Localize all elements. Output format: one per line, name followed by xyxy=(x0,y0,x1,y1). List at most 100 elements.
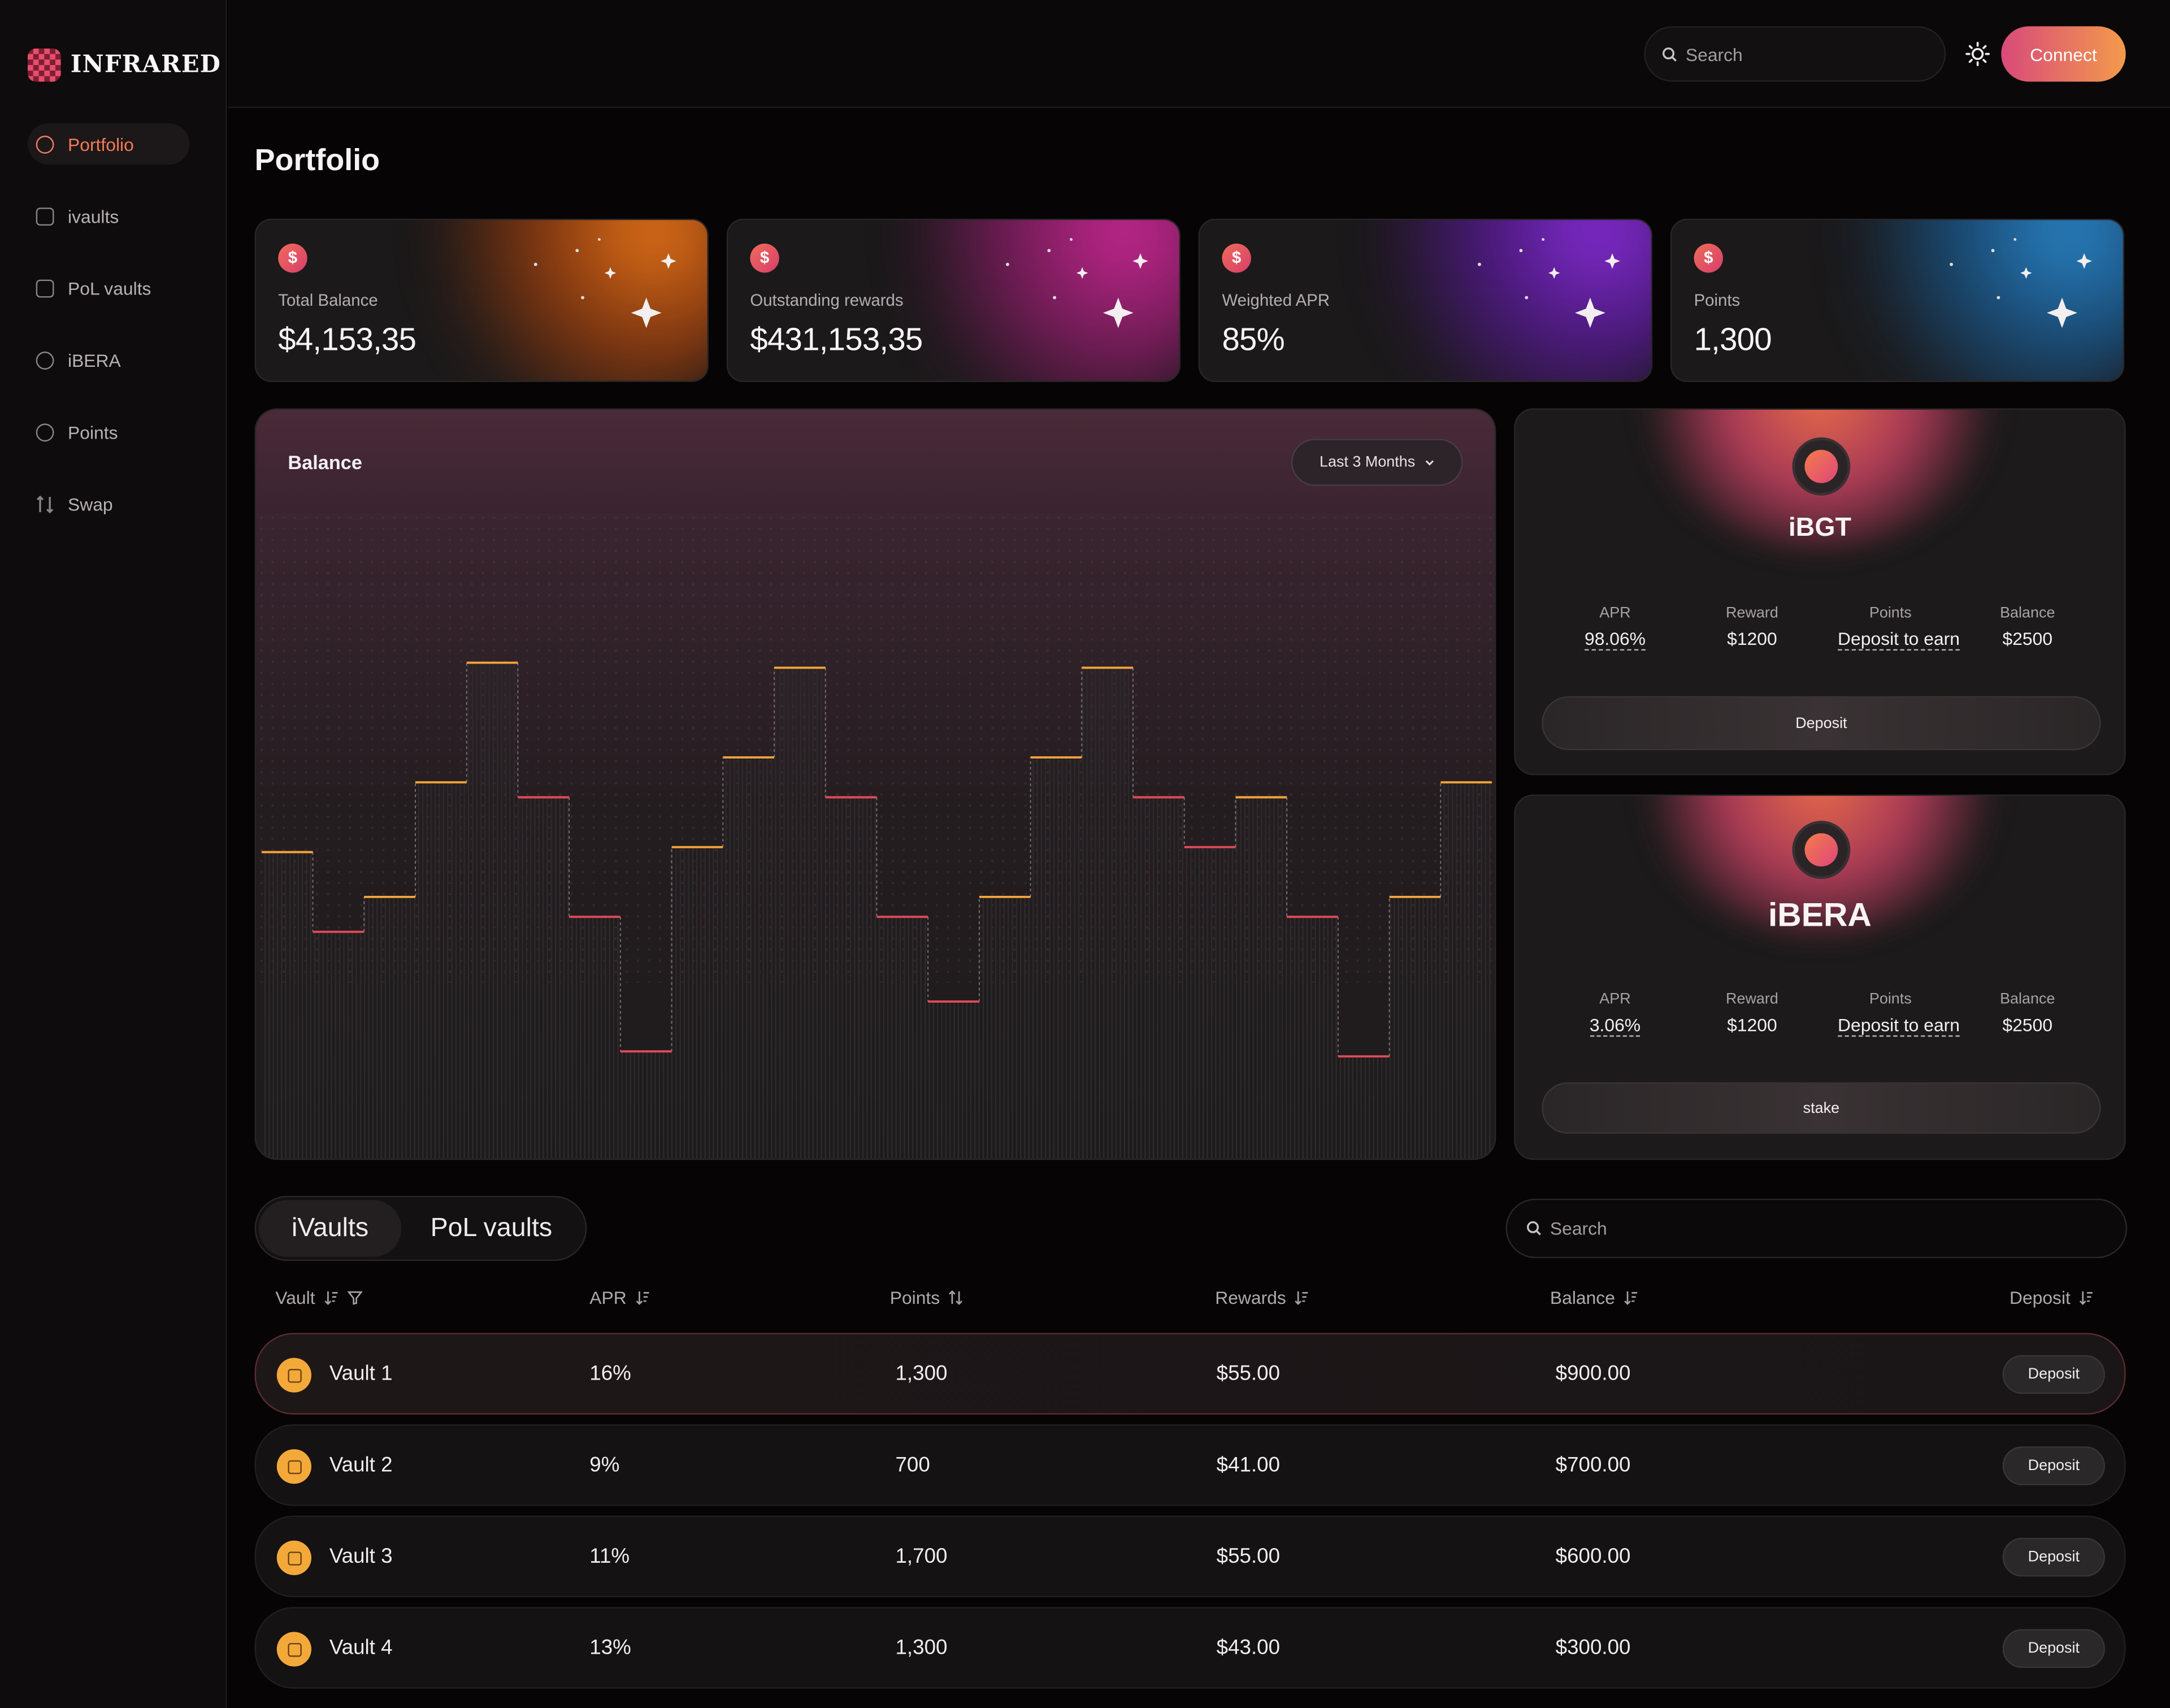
stat-value: $431,153,35 xyxy=(750,321,923,357)
logo[interactable]: INFRARED xyxy=(27,48,222,82)
cell-points: 1,700 xyxy=(895,1545,948,1568)
balance-step-chart xyxy=(256,512,1495,1159)
sort-both-icon[interactable] xyxy=(948,1290,964,1305)
stat-value[interactable]: 98.06% xyxy=(1584,628,1646,651)
row-deposit-button[interactable]: Deposit xyxy=(2002,1355,2105,1394)
cell-rewards: $55.00 xyxy=(1216,1545,1281,1568)
column-header-points[interactable]: Points xyxy=(890,1287,964,1308)
stat-label: Total Balance xyxy=(278,291,378,310)
chart-step-fill xyxy=(1287,917,1338,1159)
chart-step-fill xyxy=(261,852,313,1159)
chart-step-fill xyxy=(1184,847,1236,1159)
header-search[interactable] xyxy=(1644,26,1946,82)
row-deposit-button[interactable]: Deposit xyxy=(2002,1537,2105,1577)
token-name: iBGT xyxy=(1788,513,1851,543)
token-stat-reward: Reward $1200 xyxy=(1676,605,1828,652)
column-header-deposit[interactable]: Deposit xyxy=(2010,1287,2094,1308)
ibera-stake-button[interactable]: stake xyxy=(1542,1082,2101,1134)
table-row[interactable]: Vault 2 9% 700 $41.00 $700.00 Deposit xyxy=(254,1424,2126,1506)
chevron-down-icon xyxy=(1425,460,1433,466)
ibgt-deposit-button[interactable]: Deposit xyxy=(1542,696,2101,751)
sort-icon[interactable] xyxy=(1295,1290,1310,1305)
stat-card-total-balance: $ Total Balance $4,153,35 xyxy=(254,218,709,382)
sidebar-item-label: Portfolio xyxy=(68,133,134,155)
token-card-ibgt: iBGT APR 98.06% Reward $1200 Points Deposit… xyxy=(1514,408,2126,775)
bear-icon xyxy=(36,350,54,369)
stat-value: $1200 xyxy=(1727,1015,1777,1035)
row-deposit-button[interactable]: Deposit xyxy=(2002,1629,2105,1668)
brand-name: INFRARED xyxy=(70,51,222,79)
sidebar-item-points[interactable]: Points xyxy=(28,411,207,452)
column-header-apr[interactable]: APR xyxy=(589,1287,650,1308)
search-icon xyxy=(1662,46,1677,61)
sort-icon[interactable] xyxy=(1624,1290,1639,1305)
search-icon xyxy=(1526,1221,1541,1236)
stat-value[interactable]: Deposit to earn xyxy=(1838,628,1960,651)
sidebar-item-swap[interactable]: Swap xyxy=(28,483,207,524)
dollar-coin-icon: $ xyxy=(750,244,779,273)
sort-icon[interactable] xyxy=(635,1290,650,1305)
chart-title: Balance xyxy=(288,451,362,474)
stat-card-points: $ Points 1,300 xyxy=(1670,218,2125,382)
stat-value[interactable]: Deposit to earn xyxy=(1838,1015,1960,1037)
stat-value: 85% xyxy=(1222,321,1285,357)
row-deposit-button[interactable]: Deposit xyxy=(2002,1446,2105,1485)
stat-label: Reward xyxy=(1726,605,1778,622)
sidebar-item-ivaults[interactable]: ivaults xyxy=(28,195,207,236)
column-header-balance[interactable]: Balance xyxy=(1550,1287,1639,1308)
stat-label: APR xyxy=(1599,991,1631,1008)
stat-label: Reward xyxy=(1726,991,1778,1008)
table-row[interactable]: Vault 3 11% 1,700 $55.00 $600.00 Deposit xyxy=(254,1515,2126,1598)
column-header-vault[interactable]: Vault xyxy=(275,1287,362,1308)
sort-icon[interactable] xyxy=(2079,1290,2094,1305)
vault-icon xyxy=(36,207,54,225)
connect-button[interactable]: Connect xyxy=(2001,26,2126,82)
stat-value[interactable]: 3.06% xyxy=(1589,1015,1641,1037)
chart-step-fill xyxy=(1389,896,1441,1159)
chart-step-fill xyxy=(466,662,518,1159)
column-label: Balance xyxy=(1550,1287,1615,1308)
cell-vault: Vault 3 xyxy=(329,1545,393,1568)
chart-step-fill xyxy=(1082,667,1134,1159)
cell-rewards: $55.00 xyxy=(1216,1362,1281,1386)
sparkle-icon xyxy=(1950,238,2092,328)
cell-points: 1,300 xyxy=(895,1362,948,1386)
stat-value: $4,153,35 xyxy=(278,321,416,357)
sidebar-item-pol-vaults[interactable]: PoL vaults xyxy=(28,267,207,309)
table-row[interactable]: Vault 4 13% 1,300 $43.00 $300.00 Deposit xyxy=(254,1607,2126,1689)
dollar-coin-icon: $ xyxy=(1694,244,1724,273)
tab-pol-vaults[interactable]: PoL vaults xyxy=(406,1200,578,1256)
sort-icon[interactable] xyxy=(323,1290,338,1305)
table-row[interactable]: Vault 1 16% 1,300 $55.00 $900.00 Deposit xyxy=(254,1333,2126,1415)
cell-vault: Vault 2 xyxy=(329,1453,393,1477)
sidebar-item-portfolio[interactable]: Portfolio xyxy=(27,123,190,165)
stat-label: Points xyxy=(1694,291,1741,310)
sidebar-item-label: PoL vaults xyxy=(68,278,151,298)
page-title: Portfolio xyxy=(254,142,380,177)
table-search-input[interactable] xyxy=(1550,1218,2076,1239)
balance-chart-card: Balance Last 3 Months xyxy=(254,408,1496,1160)
column-label: APR xyxy=(589,1287,627,1308)
sparkle-icon xyxy=(1478,238,1620,328)
time-range-select[interactable]: Last 3 Months xyxy=(1291,439,1463,486)
chart-step-fill xyxy=(928,1002,979,1159)
sidebar-item-ibera[interactable]: iBERA xyxy=(28,339,207,380)
tab-ivaults[interactable]: iVaults xyxy=(258,1200,402,1257)
table-search[interactable] xyxy=(1505,1198,2128,1259)
sidebar: INFRARED Portfolio ivaults PoL vaults iB… xyxy=(0,0,227,1708)
token-name: iBERA xyxy=(1768,896,1872,935)
points-icon xyxy=(36,423,54,441)
sparkle-icon xyxy=(533,238,676,328)
time-range-label: Last 3 Months xyxy=(1320,454,1416,471)
filter-icon[interactable] xyxy=(346,1290,362,1305)
cell-points: 1,300 xyxy=(895,1636,948,1660)
chart-step-fill xyxy=(774,667,826,1159)
app-root: INFRARED Portfolio ivaults PoL vaults iB… xyxy=(0,0,2170,1708)
header-search-input[interactable] xyxy=(1685,44,1921,64)
column-header-rewards[interactable]: Rewards xyxy=(1215,1287,1309,1308)
token-stat-reward: Reward $1200 xyxy=(1676,991,1828,1038)
sidebar-item-label: Swap xyxy=(68,493,113,514)
stat-label: Points xyxy=(1869,605,1912,622)
vault-token-icon xyxy=(276,1449,312,1484)
sun-icon[interactable] xyxy=(1965,41,1990,66)
